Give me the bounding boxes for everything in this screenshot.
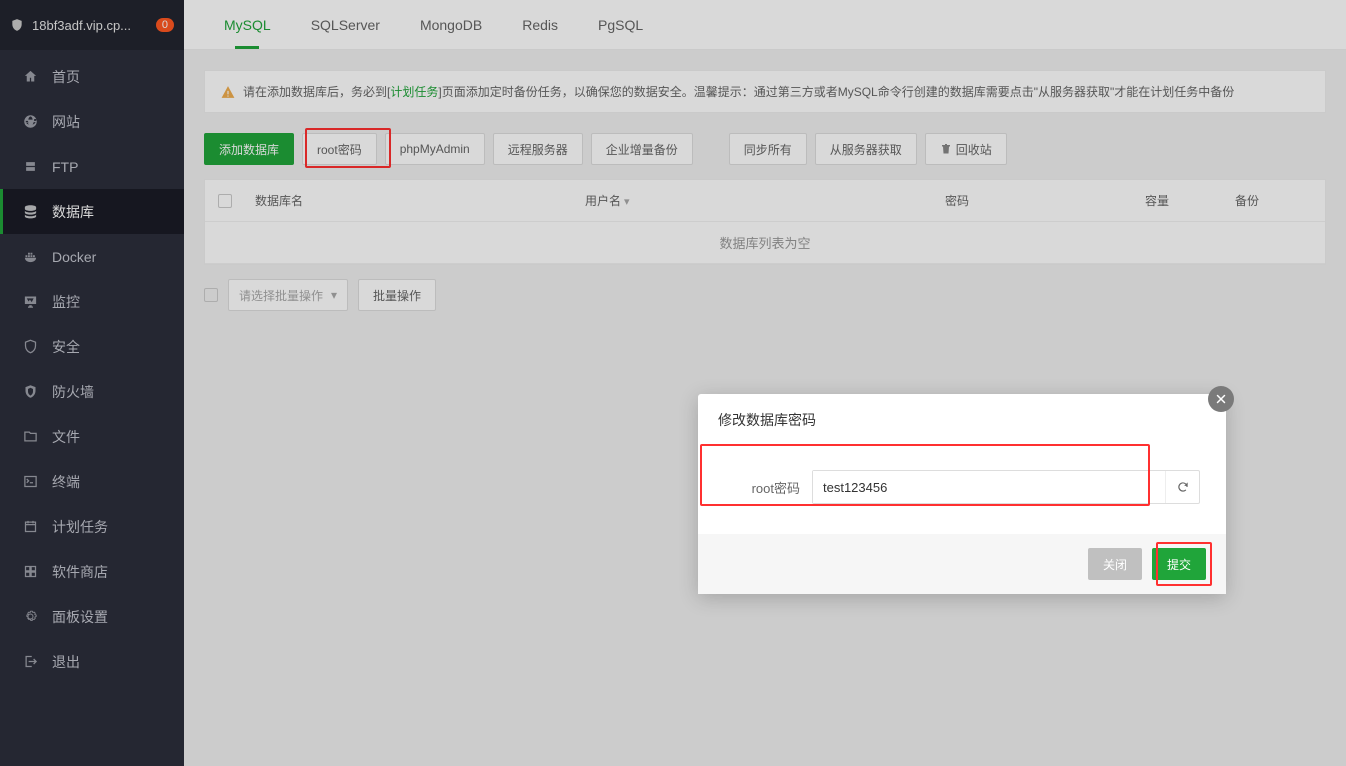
password-form-row: root密码 xyxy=(724,470,1200,504)
modal-close-text-button[interactable]: 关闭 xyxy=(1088,548,1142,580)
modal-title: 修改数据库密码 xyxy=(698,394,1226,446)
modal-overlay[interactable] xyxy=(0,0,1346,766)
password-input[interactable] xyxy=(813,471,1165,503)
password-label: root密码 xyxy=(724,478,800,497)
modal-footer: 关闭 提交 xyxy=(698,534,1226,594)
refresh-icon[interactable] xyxy=(1165,471,1199,503)
modal-close-button[interactable] xyxy=(1208,386,1234,412)
modal-submit-button[interactable]: 提交 xyxy=(1152,548,1206,580)
password-input-wrap xyxy=(812,470,1200,504)
change-password-modal: 修改数据库密码 root密码 关闭 提交 xyxy=(698,394,1226,594)
modal-body: root密码 xyxy=(698,446,1226,534)
